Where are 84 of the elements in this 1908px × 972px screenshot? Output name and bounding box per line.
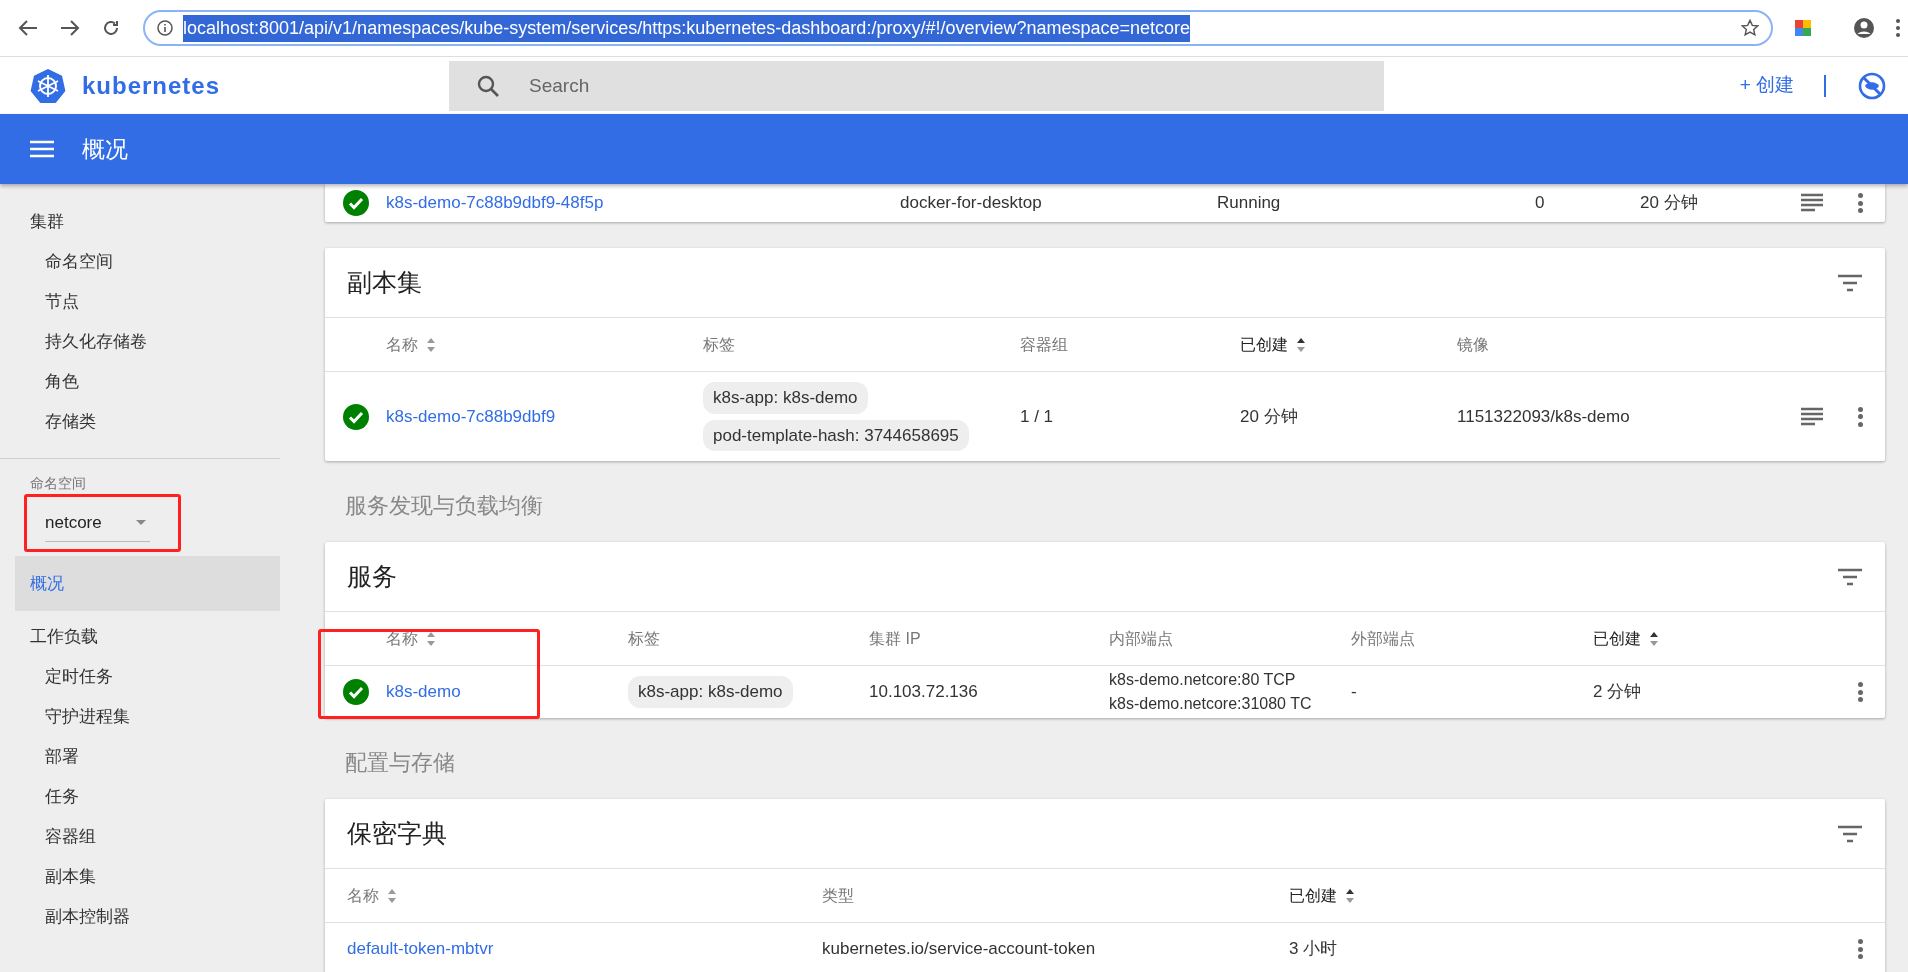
browser-menu-icon[interactable] [1895,18,1901,38]
table-cell-text: 20 分钟 [1640,192,1699,215]
table-cell-text: 10.103.72.136 [869,681,979,704]
filter-icon[interactable] [1837,273,1863,292]
resource-link[interactable]: k8s-demo-7c88b9dbf9-48f5p [386,193,604,213]
sidebar-item[interactable]: 角色 [0,362,280,402]
column-header: 内部端点 [1109,628,1173,649]
page-title: 概况 [82,134,128,164]
endpoint-text: k8s-demo.netcore:31080 TC [1109,694,1313,714]
column-header: 标签 [628,628,660,649]
table-cell-text: 20 分钟 [1240,405,1299,428]
sidebar-item[interactable]: 工作负载 [0,617,280,657]
column-header[interactable]: 名称 [386,626,418,651]
label-chip: k8s-app: k8s-demo [703,382,868,414]
table-cell-text: docker-for-desktop [900,192,1043,215]
resource-link[interactable]: k8s-demo [386,682,461,702]
dropdown-caret-icon [136,519,146,526]
card-title: 副本集 [347,266,422,298]
sidebar-item[interactable]: 节点 [0,282,280,322]
sidebar-item[interactable]: 任务 [0,777,280,817]
column-header: 标签 [703,334,735,355]
section-heading: 配置与存储 [344,749,456,777]
namespace-select[interactable]: netcore [45,504,150,542]
resource-link[interactable]: default-token-mbtvr [347,939,494,959]
table-cell-text: - [1351,681,1358,704]
label-chip: k8s-app: k8s-demo [628,676,793,708]
column-header[interactable]: 名称 [386,332,418,357]
sidebar-item[interactable]: 副本集 [0,857,280,897]
column-header: 镜像 [1457,334,1489,355]
info-icon [157,20,173,36]
card-title: 保密字典 [347,817,447,849]
logs-icon[interactable] [1800,193,1824,213]
column-header: 集群 IP [869,628,921,649]
kubernetes-logo [30,67,66,104]
sidebar-item[interactable]: 部署 [0,737,280,777]
create-button[interactable]: + 创建 [1739,71,1794,100]
table-cell-text: 1151322093/k8s-demo [1457,405,1631,428]
forward-icon[interactable] [60,19,80,37]
filter-icon[interactable] [1837,824,1863,843]
column-header: 类型 [822,885,854,906]
sort-icon[interactable] [1649,630,1659,647]
sort-icon[interactable] [1345,887,1355,904]
column-header[interactable]: 名称 [347,883,379,908]
sidebar-item[interactable]: 容器组 [0,817,280,857]
sidebar-item[interactable]: 守护进程集 [0,697,280,737]
column-header[interactable]: 已创建 [1289,883,1337,908]
sidebar-item[interactable]: 命名空间 [0,242,280,282]
sidebar-item[interactable]: 概况 [15,556,280,611]
url-text: localhost:8001/api/v1/namespaces/kube-system/services/https:kubernetes-dashboard:/proxy/#!/overview?namespace=netcore [183,14,1191,42]
menu-icon[interactable] [30,140,54,158]
star-icon[interactable] [1741,19,1759,37]
sidebar-item[interactable]: 定时任务 [0,657,280,697]
section-heading: 服务发现与负载均衡 [344,492,544,520]
table-cell-text: Running [1217,192,1282,215]
sidebar-item[interactable]: 副本控制器 [0,897,280,937]
search-icon [477,74,499,97]
column-header[interactable]: 已创建 [1593,626,1641,651]
back-icon[interactable] [18,19,38,37]
reload-icon[interactable] [102,19,120,37]
sidebar-item[interactable]: 集群 [0,202,280,242]
column-header: 容器组 [1020,334,1068,355]
resource-link[interactable]: k8s-demo-7c88b9dbf9 [386,406,556,426]
card-title: 服务 [347,560,397,592]
column-header[interactable]: 已创建 [1240,332,1288,357]
brand-name: kubernetes [82,70,222,101]
table-cell-text: 2 分钟 [1593,681,1643,704]
logs-icon[interactable] [1800,406,1824,427]
filter-icon[interactable] [1837,567,1863,586]
visibility-off-icon[interactable] [1858,71,1886,100]
label-chip: pod-template-hash: 3744658695 [703,419,969,451]
search-field[interactable]: Search [449,60,1384,111]
endpoint-text: k8s-demo.netcore:80 TCP [1109,670,1297,690]
table-cell-text: 1 / 1 [1020,405,1055,428]
column-header: 外部端点 [1351,628,1415,649]
address-field[interactable]: localhost:8001/api/v1/namespaces/kube-system/services/https:kubernetes-dashboard:/proxy/#!/overview?namespace=netcore [143,10,1773,46]
table-cell-text: kubernetes.io/service-account-token [822,938,1097,961]
table-cell-text: 3 小时 [1289,938,1339,961]
sort-icon[interactable] [1296,336,1306,353]
extension-icon[interactable] [1793,18,1813,38]
namespace-label: 命名空间 [30,474,87,493]
sidebar-item[interactable]: 持久化存储卷 [0,322,280,362]
profile-icon[interactable] [1853,17,1875,39]
table-cell-text: 0 [1535,192,1546,215]
sidebar-item[interactable]: 存储类 [0,402,280,442]
